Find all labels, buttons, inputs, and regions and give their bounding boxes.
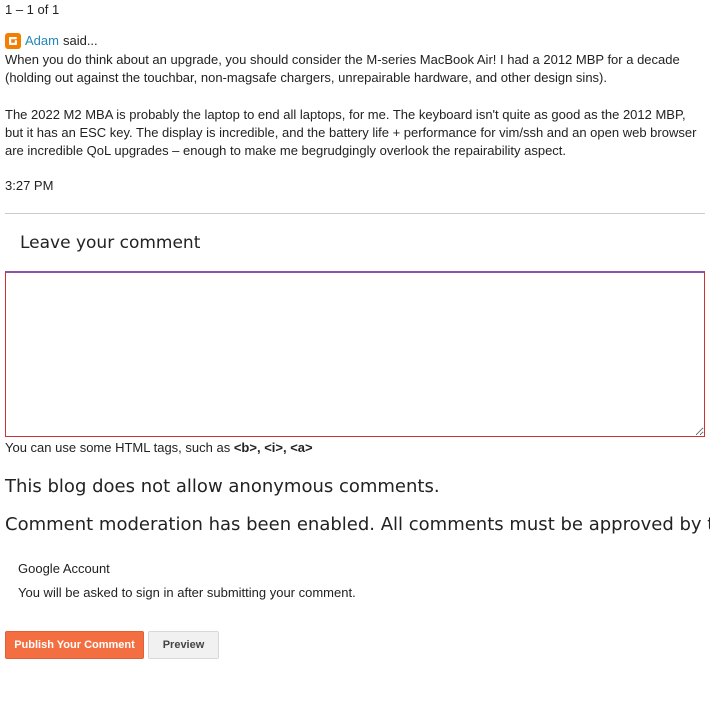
comment-paragraph: The 2022 M2 MBA is probably the laptop t…	[5, 106, 697, 159]
moderation-notice: Comment moderation has been enabled. All…	[5, 514, 710, 535]
html-hint-text: You can use some HTML tags, such as	[5, 440, 231, 455]
html-hint-tags: <b>, <i>, <a>	[233, 440, 313, 455]
comment-body: When you do think about an upgrade, you …	[5, 51, 707, 160]
leave-comment-heading: Leave your comment	[20, 233, 201, 253]
publish-comment-button[interactable]: Publish Your Comment	[5, 631, 144, 659]
anonymous-notice: This blog does not allow anonymous comme…	[5, 476, 440, 497]
comment-pager: 1 – 1 of 1	[5, 2, 60, 17]
comment-header: Adam said...	[5, 31, 707, 51]
comment-timestamp[interactable]: 3:27 PM	[5, 178, 53, 193]
blogger-icon	[5, 33, 21, 49]
html-tags-hint: You can use some HTML tags, such as <b>,…	[5, 440, 313, 455]
comment-author-link[interactable]: Adam	[25, 32, 59, 50]
sign-in-note: You will be asked to sign in after submi…	[18, 585, 356, 600]
comment-paragraph: When you do think about an upgrade, you …	[5, 52, 680, 86]
google-account-label: Google Account	[18, 561, 110, 576]
comment-textarea[interactable]	[5, 271, 705, 437]
comment-item: Adam said... When you do think about an …	[5, 31, 707, 160]
preview-button[interactable]: Preview	[148, 631, 219, 659]
comment-said-label: said...	[62, 32, 98, 48]
section-divider	[5, 213, 705, 214]
